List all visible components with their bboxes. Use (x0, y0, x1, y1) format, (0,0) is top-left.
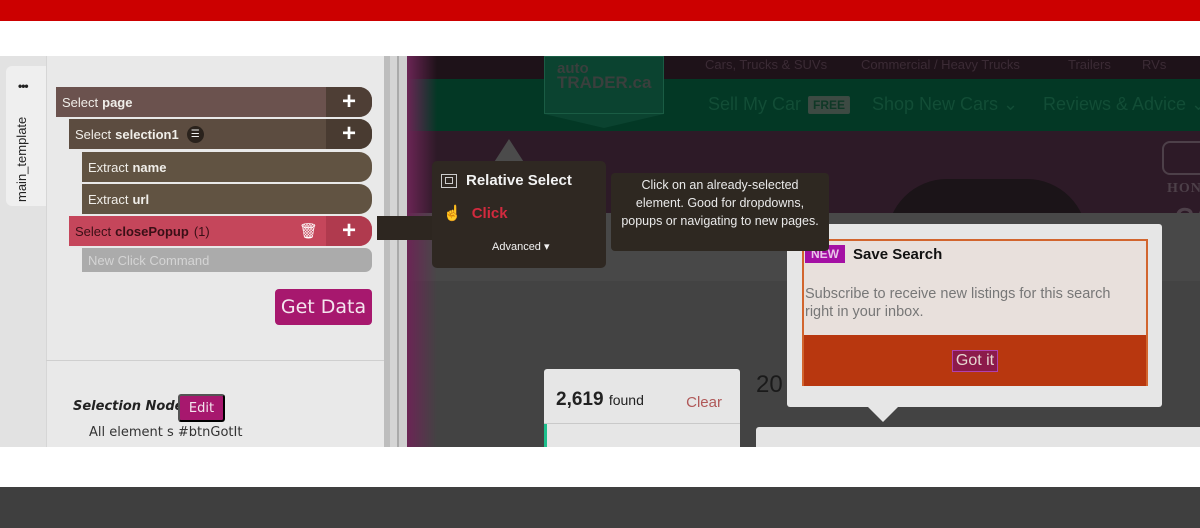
selection-node-label: Selection Node: (73, 399, 189, 414)
results-found-label: found (608, 392, 644, 408)
results-count: 2,619 found (556, 389, 644, 411)
nav-sell-my-car[interactable]: Sell My Car FREE (708, 94, 851, 115)
command-name: name (132, 159, 167, 175)
menu-connector (377, 216, 435, 240)
bottom-dark-banner (0, 487, 1200, 528)
panel-divider (46, 360, 384, 361)
template-tab[interactable]: ••• main_template (6, 66, 46, 206)
command-select-page[interactable]: Select page + (56, 87, 372, 117)
got-it-button[interactable]: Got it (951, 349, 999, 372)
listing-heading-partial: 20 (756, 371, 783, 398)
panel-splitter[interactable] (390, 56, 397, 447)
click-label: Click (471, 204, 508, 222)
command-extract-url[interactable]: Extract url (82, 184, 372, 214)
pointer-hand-icon: ☝ (443, 205, 462, 222)
save-search-popup: DIV NEW Save Search Subscribe to receive… (787, 223, 1162, 407)
command-type-menu: Relative Select ☝ Click Advanced ▾ (432, 161, 606, 268)
command-name: page (102, 94, 133, 110)
nav-reviews-advice[interactable]: Reviews & Advice ⌄ (1043, 94, 1200, 115)
popup-highlighted-div: DIV NEW Save Search Subscribe to receive… (802, 223, 1148, 386)
template-panel: ••• main_template Select page + Select s… (0, 56, 390, 447)
add-command-plus-icon[interactable]: + (326, 87, 372, 117)
template-tab-label: main_template (14, 116, 29, 202)
command-extract-name[interactable]: Extract name (82, 152, 372, 182)
edit-selection-button[interactable]: Edit (178, 394, 225, 422)
nav-link-trailers[interactable]: Trailers (1068, 57, 1111, 72)
relative-select-label: Relative Select (466, 172, 572, 189)
nav-link-cars[interactable]: Cars, Trucks & SUVs (705, 57, 827, 72)
command-verb: Select (75, 126, 112, 142)
nav-link-commercial[interactable]: Commercial / Heavy Trucks (861, 57, 1020, 72)
relative-select-icon (441, 173, 457, 188)
card-divider (544, 423, 740, 424)
site-main-nav: Sell My Car FREE Shop New Cars ⌄ Reviews… (407, 79, 1200, 131)
honda-text: HONDA (1167, 181, 1200, 196)
site-top-nav: Cars, Trucks & SUVs Commercial / Heavy T… (407, 56, 1200, 79)
logo-line2: TRADER.ca (557, 73, 652, 92)
trash-icon[interactable]: 🗑 (299, 222, 318, 240)
autotrader-logo[interactable]: auto TRADER.ca (544, 56, 664, 114)
add-command-plus-icon[interactable]: + (326, 216, 372, 246)
command-name: url (132, 191, 150, 207)
honda-logo-icon (1162, 141, 1200, 175)
nav-shop-new-cars[interactable]: Shop New Cars ⌄ (872, 94, 1018, 115)
logo-shield-point (544, 114, 664, 128)
click-tooltip: Click on an already-selected element. Go… (611, 173, 829, 251)
advanced-dropdown[interactable]: Advanced ▾ (492, 240, 550, 253)
command-verb: Extract (88, 159, 129, 175)
click-option[interactable]: ☝ Click (443, 204, 508, 223)
relative-select-option[interactable]: Relative Select (441, 172, 572, 189)
command-name: selection1 (115, 126, 179, 142)
nav-link-rvs[interactable]: RVs (1142, 57, 1166, 72)
more-options-icon[interactable]: ••• (18, 80, 29, 92)
command-verb: Select (75, 223, 112, 239)
listing-card (756, 427, 1200, 447)
clear-filters-link[interactable]: Clear (686, 394, 722, 411)
command-select-selection1[interactable]: Select selection1 ☰ + (69, 119, 372, 149)
sell-label: Sell My Car (708, 94, 802, 114)
top-red-banner (0, 0, 1200, 21)
panel-splitter-edge (397, 56, 407, 447)
got-it-button-area[interactable]: Got it (804, 335, 1146, 386)
command-count: (1) (193, 223, 210, 239)
add-command-plus-icon[interactable]: + (326, 119, 372, 149)
popup-title: Save Search (853, 246, 943, 263)
command-verb: Extract (88, 191, 129, 207)
screenshot-area: ••• main_template Select page + Select s… (0, 56, 1200, 447)
accent-bar (544, 424, 547, 447)
command-verb: Select (62, 94, 99, 110)
popup-description: Subscribe to receive new listings for th… (805, 286, 1111, 320)
command-select-closepopup[interactable]: Select closePopup (1) 🗑 + (69, 216, 372, 246)
new-click-command-input[interactable]: New Click Command (82, 248, 372, 272)
results-count-number: 2,619 (556, 389, 604, 410)
command-name: closePopup (115, 223, 189, 239)
results-card: 2,619 found Clear (544, 369, 740, 447)
selection-node-value: All element s #btnGotIt (89, 425, 243, 440)
list-icon[interactable]: ☰ (186, 125, 204, 143)
popup-arrow (868, 407, 898, 422)
free-tag: FREE (808, 96, 851, 115)
get-data-button[interactable]: Get Data (275, 289, 372, 325)
